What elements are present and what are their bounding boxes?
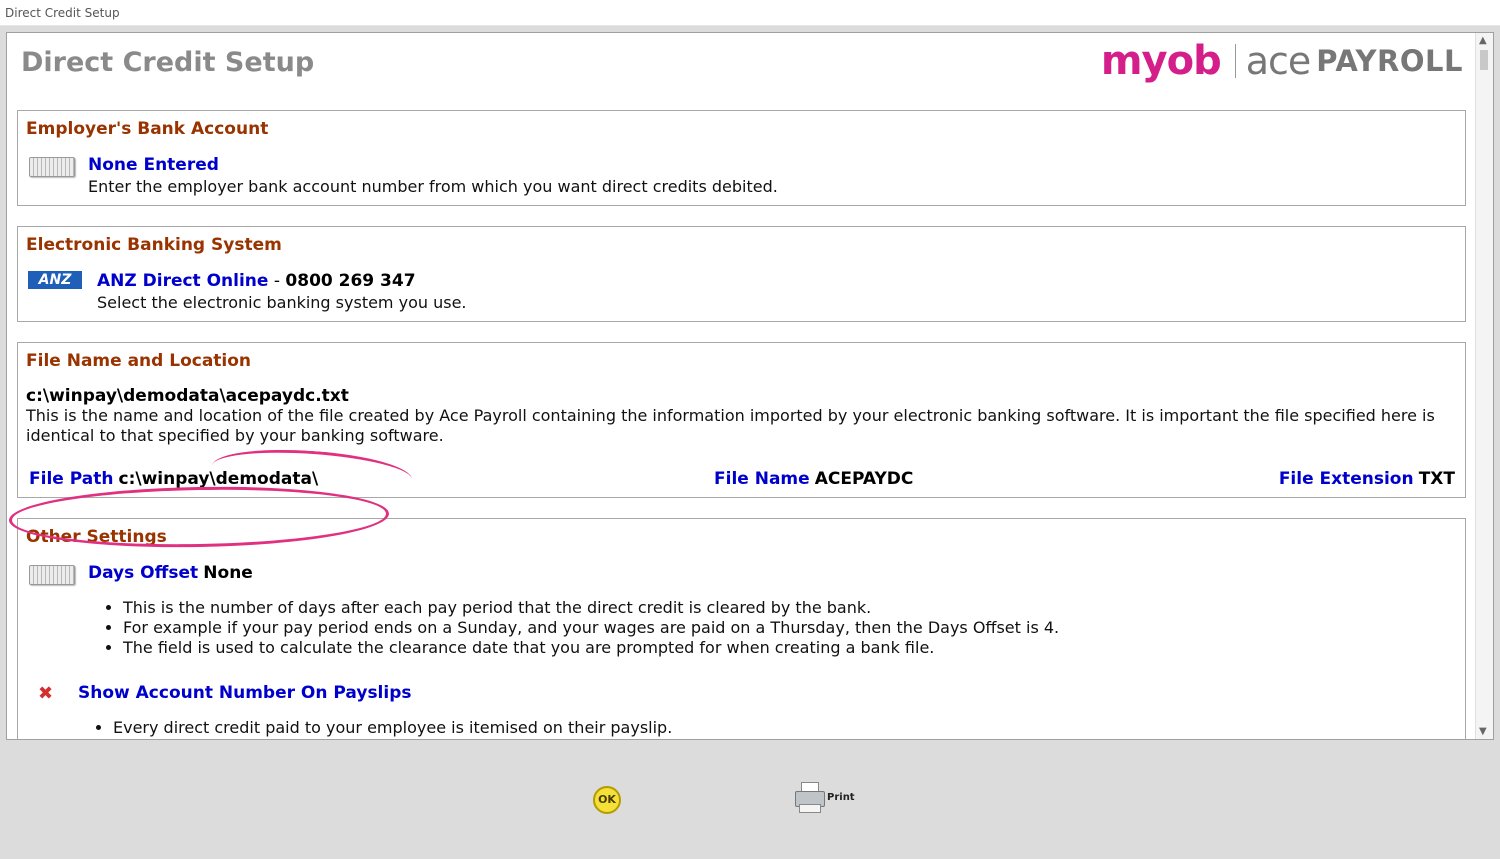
days-offset-field: Days Offset None — [88, 563, 253, 583]
window-title-bar: Direct Credit Setup — [0, 0, 1500, 26]
myob-ace-payroll-logo: myob ace PAYROLL — [1100, 38, 1463, 84]
show-account-bullets: Every direct credit paid to your employe… — [93, 718, 672, 738]
list-item: The field is used to calculate the clear… — [123, 638, 1059, 658]
scroll-up-icon[interactable]: ▲ — [1479, 35, 1487, 46]
employer-bank-section: Employer's Bank Account None Entered Ent… — [17, 110, 1466, 206]
printer-icon — [795, 782, 825, 813]
days-offset-link[interactable]: Days Offset — [88, 563, 198, 583]
banking-system-description: Select the electronic banking system you… — [97, 293, 467, 312]
logo-myob: myob — [1100, 38, 1222, 84]
days-offset-bullets: This is the number of days after each pa… — [103, 598, 1059, 658]
show-account-link[interactable]: Show Account Number On Payslips — [78, 683, 412, 703]
file-name-field: File Name ACEPAYDC — [714, 469, 913, 489]
logo-ace: ace — [1245, 39, 1312, 83]
banking-system-heading: Electronic Banking System — [26, 235, 282, 255]
list-item: Every direct credit paid to your employe… — [113, 718, 672, 738]
list-item: For example if your pay period ends on a… — [123, 618, 1059, 638]
banking-system-separator: - — [268, 271, 286, 291]
keyboard-icon — [29, 157, 75, 177]
ok-button[interactable]: OK — [593, 786, 621, 814]
print-label: Print — [827, 791, 855, 803]
vertical-scrollbar[interactable]: ▲ ▼ — [1475, 33, 1493, 739]
banking-system-section: Electronic Banking System ANZ ANZ Direct… — [17, 226, 1466, 322]
file-name-value: ACEPAYDC — [814, 469, 914, 489]
file-extension-link[interactable]: File Extension — [1279, 469, 1414, 489]
employer-bank-link[interactable]: None Entered — [88, 155, 219, 175]
file-location-heading: File Name and Location — [26, 351, 252, 371]
scroll-down-icon[interactable]: ▼ — [1479, 726, 1487, 737]
banking-system-phone: 0800 269 347 — [285, 271, 416, 291]
days-offset-value: None — [203, 563, 253, 583]
employer-bank-description: Enter the employer bank account number f… — [88, 177, 778, 196]
employer-bank-heading: Employer's Bank Account — [26, 119, 269, 139]
logo-payroll: PAYROLL — [1316, 44, 1463, 78]
file-full-path: c:\winpay\demodata\acepaydc.txt — [26, 386, 349, 406]
scroll-thumb[interactable] — [1480, 50, 1488, 70]
file-name-link[interactable]: File Name — [714, 469, 810, 489]
anz-logo-icon: ANZ — [28, 271, 82, 289]
page-title: Direct Credit Setup — [21, 47, 315, 78]
file-extension-field: File Extension TXT — [1279, 469, 1455, 489]
banking-system-link[interactable]: ANZ Direct Online — [97, 271, 268, 291]
keyboard-icon — [29, 565, 75, 585]
main-content-pane: Direct Credit Setup myob ace PAYROLL Emp… — [6, 32, 1494, 740]
other-settings-section: Other Settings Days Offset None This is … — [17, 518, 1466, 739]
window-title: Direct Credit Setup — [5, 6, 120, 20]
list-item: This is the number of days after each pa… — [123, 598, 1059, 618]
file-path-link[interactable]: File Path — [29, 469, 113, 489]
cross-icon[interactable]: ✖ — [38, 683, 53, 704]
logo-divider — [1234, 44, 1236, 78]
banking-system-line: ANZ Direct Online - 0800 269 347 — [97, 271, 416, 291]
file-location-description: This is the name and location of the fil… — [26, 406, 1435, 445]
file-extension-value: TXT — [1418, 469, 1455, 489]
print-button[interactable]: Print — [795, 782, 855, 813]
